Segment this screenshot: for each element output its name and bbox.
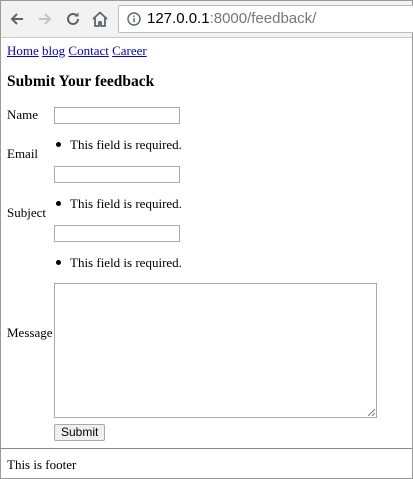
submit-button[interactable]: Submit — [54, 424, 106, 441]
home-button[interactable] — [90, 9, 110, 29]
reload-icon — [67, 12, 79, 25]
forward-arrow-icon — [39, 13, 52, 25]
address-bar[interactable]: 127.0.0.1:8000/feedback/ — [118, 5, 413, 33]
footer-text: This is footer — [7, 457, 77, 472]
info-icon[interactable] — [127, 12, 141, 26]
name-label: Name — [7, 107, 39, 122]
nav-links: Home blog Contact Career — [7, 43, 147, 58]
email-label: Email — [7, 146, 39, 161]
forward-button[interactable] — [35, 9, 55, 29]
reload-button[interactable] — [63, 9, 83, 29]
back-arrow-icon — [10, 13, 23, 25]
message-label: Message — [7, 325, 53, 340]
url-path: :8000/feedback/ — [209, 10, 317, 27]
subject-label: Subject — [7, 205, 46, 220]
browser-window: 127.0.0.1:8000/feedback/ Home blog Conta… — [0, 0, 413, 479]
subject-error: This field is required. — [56, 196, 182, 211]
nav-link-home[interactable]: Home — [7, 43, 39, 58]
email-error: This field is required. — [56, 137, 182, 152]
nav-link-contact[interactable]: Contact — [68, 43, 108, 58]
subject-field[interactable] — [54, 225, 180, 242]
back-button[interactable] — [7, 9, 27, 29]
name-field[interactable] — [54, 107, 180, 124]
email-field[interactable] — [54, 166, 180, 183]
nav-link-blog[interactable]: blog — [42, 43, 65, 58]
url-host: 127.0.0.1 — [147, 10, 210, 27]
message-error: This field is required. — [56, 255, 182, 270]
resize-handle-icon[interactable] — [367, 408, 375, 416]
browser-toolbar: 127.0.0.1:8000/feedback/ — [1, 1, 413, 38]
home-icon — [92, 11, 108, 27]
nav-link-career[interactable]: Career — [112, 43, 147, 58]
url-text: 127.0.0.1:8000/feedback/ — [147, 10, 316, 27]
message-textarea[interactable] — [54, 283, 377, 418]
page-title: Submit Your feedback — [7, 73, 155, 90]
footer-divider — [1, 448, 412, 449]
